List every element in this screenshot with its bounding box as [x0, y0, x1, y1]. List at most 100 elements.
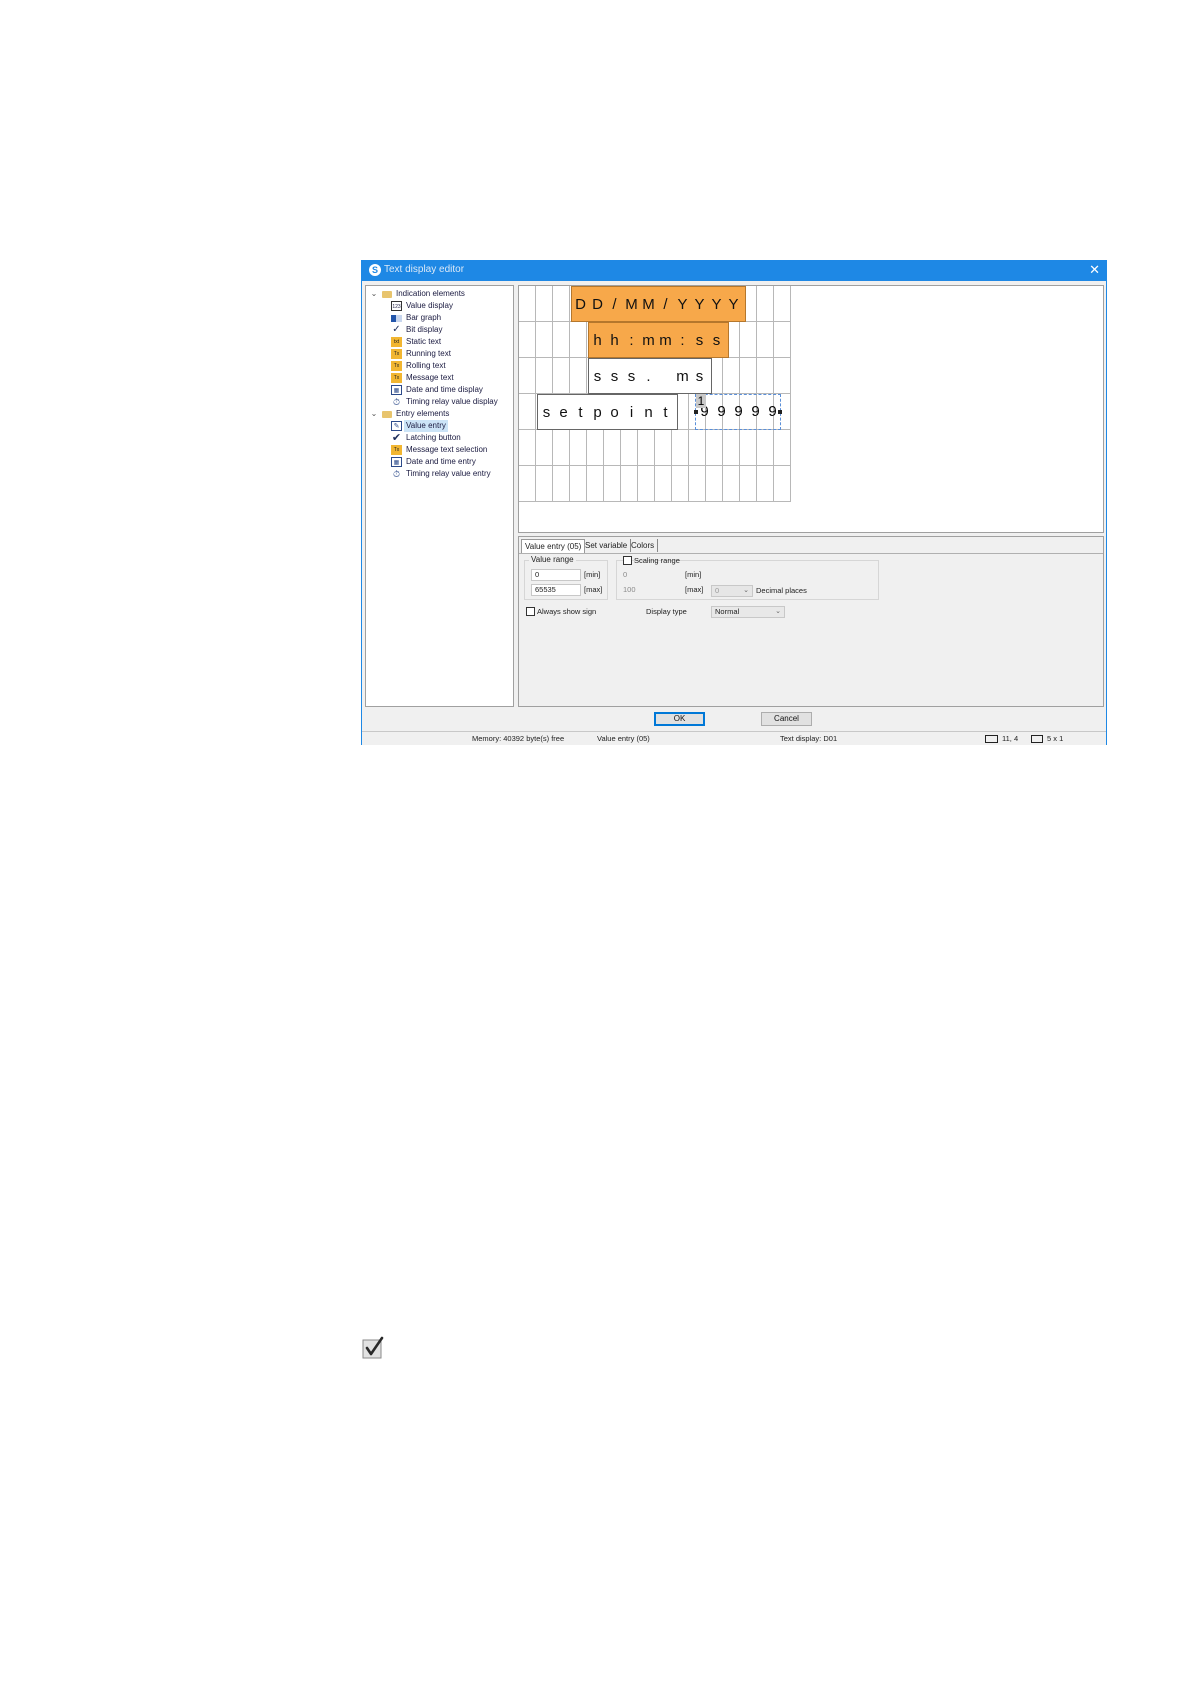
- message-select-icon: Tx: [391, 445, 402, 455]
- scaling-range-checkbox[interactable]: [623, 556, 632, 565]
- grid-cell: [570, 358, 587, 394]
- ok-button[interactable]: OK: [654, 712, 705, 726]
- grid-cell: [519, 322, 536, 358]
- display-canvas[interactable]: D D / M M / Y Y Y Y hh:mm:ss sss. ms setpoint 999…: [518, 285, 1104, 533]
- decimal-places-value: 0: [715, 586, 720, 595]
- display-char: Y: [694, 296, 705, 313]
- display-char: s: [695, 332, 704, 349]
- grid-cell: [723, 466, 740, 502]
- display-char: m: [642, 332, 655, 349]
- position-status: 11, 4: [1002, 734, 1019, 743]
- time-element[interactable]: hh: mm: ss: [588, 322, 729, 358]
- grid-cell: [553, 322, 570, 358]
- grid-cell: [621, 430, 638, 466]
- close-icon[interactable]: ✕: [1089, 262, 1100, 278]
- tab-value-entry[interactable]: Value entry (05): [521, 539, 586, 553]
- grid-cell: [689, 466, 706, 502]
- grid-cell: [587, 466, 604, 502]
- date-element[interactable]: D D / M M / Y Y Y Y: [571, 286, 746, 322]
- tab-colors[interactable]: Colors: [628, 539, 659, 552]
- grid-cell: [604, 466, 621, 502]
- display-char: p: [593, 404, 602, 421]
- grid-cell: [757, 430, 774, 466]
- grid-cell: [655, 466, 672, 502]
- value-display-icon: 123: [391, 301, 402, 311]
- cancel-button[interactable]: Cancel: [761, 712, 812, 726]
- grid-cell: [570, 430, 587, 466]
- grid-cell: [757, 322, 774, 358]
- display-char: s: [695, 368, 704, 385]
- setpoint-label[interactable]: setpoint: [537, 394, 678, 430]
- grid-cell: [655, 430, 672, 466]
- element-status: Value entry (05): [597, 734, 650, 743]
- scaling-min-value: 0: [623, 570, 628, 579]
- static-text-icon: txt: [391, 337, 402, 347]
- bar-graph-icon: [391, 315, 402, 322]
- grid-cell: [706, 430, 723, 466]
- value-entry-digits: 99999: [696, 394, 782, 430]
- decimal-places-label: Decimal places: [756, 586, 807, 595]
- chevron-down-icon[interactable]: ⌄: [369, 408, 379, 420]
- display-type-value: Normal: [715, 607, 740, 616]
- display-char: i: [629, 404, 634, 421]
- folder-icon: [382, 291, 392, 298]
- grid-cell: [757, 466, 774, 502]
- grid-cell: [536, 286, 553, 322]
- display-char: s: [542, 404, 551, 421]
- display-char: h: [610, 332, 619, 349]
- value-entry-field[interactable]: 99999 1: [694, 394, 782, 430]
- display-char: o: [610, 404, 619, 421]
- display-char: e: [559, 404, 568, 421]
- resize-handle-right[interactable]: [778, 410, 782, 414]
- tab-set-variable[interactable]: Set variable: [582, 539, 632, 552]
- resize-handle-left[interactable]: [694, 410, 698, 414]
- value-entry-icon: ✎: [391, 421, 402, 431]
- display-char: /: [612, 296, 617, 313]
- max-unit-label: [max]: [584, 585, 603, 594]
- timing-relay-icon: ⏱: [392, 397, 401, 407]
- always-show-sign-checkbox[interactable]: [526, 607, 535, 616]
- display-char: s: [712, 332, 721, 349]
- tree-group-entry[interactable]: ⌄ Entry elements: [369, 408, 509, 420]
- element-tree[interactable]: ⌄ Indication elements 123 Value display …: [365, 285, 514, 707]
- grid-cell: [706, 466, 723, 502]
- text-display-status: Text display: D01: [780, 734, 838, 743]
- timing-relay-entry-icon: ⏱: [392, 469, 401, 479]
- tree-item-label: Running text: [406, 349, 451, 358]
- date-time-icon: ▦: [391, 385, 402, 395]
- grid-cell: [621, 466, 638, 502]
- chevron-down-icon[interactable]: ⌄: [369, 288, 379, 300]
- title-bar[interactable]: S Text display editor ✕: [362, 261, 1106, 281]
- grid-cell: [740, 466, 757, 502]
- tree-item-label: Message text selection: [406, 445, 488, 454]
- checkmark-icon: ✔: [391, 432, 402, 444]
- min-value-input[interactable]: 0: [531, 569, 581, 581]
- display-type-label: Display type: [646, 607, 687, 616]
- grid-cell: [519, 394, 536, 430]
- tree-item-label: Static text: [406, 337, 442, 346]
- display-char: s: [627, 368, 636, 385]
- display-char: t: [578, 404, 583, 421]
- scaling-min-unit: [min]: [685, 570, 702, 579]
- folder-icon: [382, 411, 392, 418]
- display-char: /: [663, 296, 668, 313]
- size-status: 5 x 1: [1047, 734, 1064, 743]
- grid-cell: [570, 322, 587, 358]
- display-type-select[interactable]: Normal ⌄: [711, 606, 785, 618]
- display-char: m: [676, 368, 689, 385]
- max-value-input[interactable]: 65535: [531, 584, 581, 596]
- grid-cell: [570, 466, 587, 502]
- grid-cell: [740, 322, 757, 358]
- millis-element[interactable]: sss. ms: [588, 358, 712, 394]
- display-char: t: [663, 404, 668, 421]
- grid-cell: [553, 358, 570, 394]
- app-icon: S: [369, 264, 381, 276]
- display-char: n: [644, 404, 653, 421]
- grid-cell: [740, 358, 757, 394]
- tree-group-indication[interactable]: ⌄ Indication elements: [369, 288, 509, 300]
- tree-item-label: Rolling text: [406, 361, 446, 370]
- chevron-down-icon: ⌄: [775, 608, 781, 615]
- tree-item-label: Timing relay value display: [406, 397, 498, 406]
- always-show-sign-label: Always show sign: [537, 607, 597, 616]
- tree-item-label: Bit display: [406, 325, 443, 334]
